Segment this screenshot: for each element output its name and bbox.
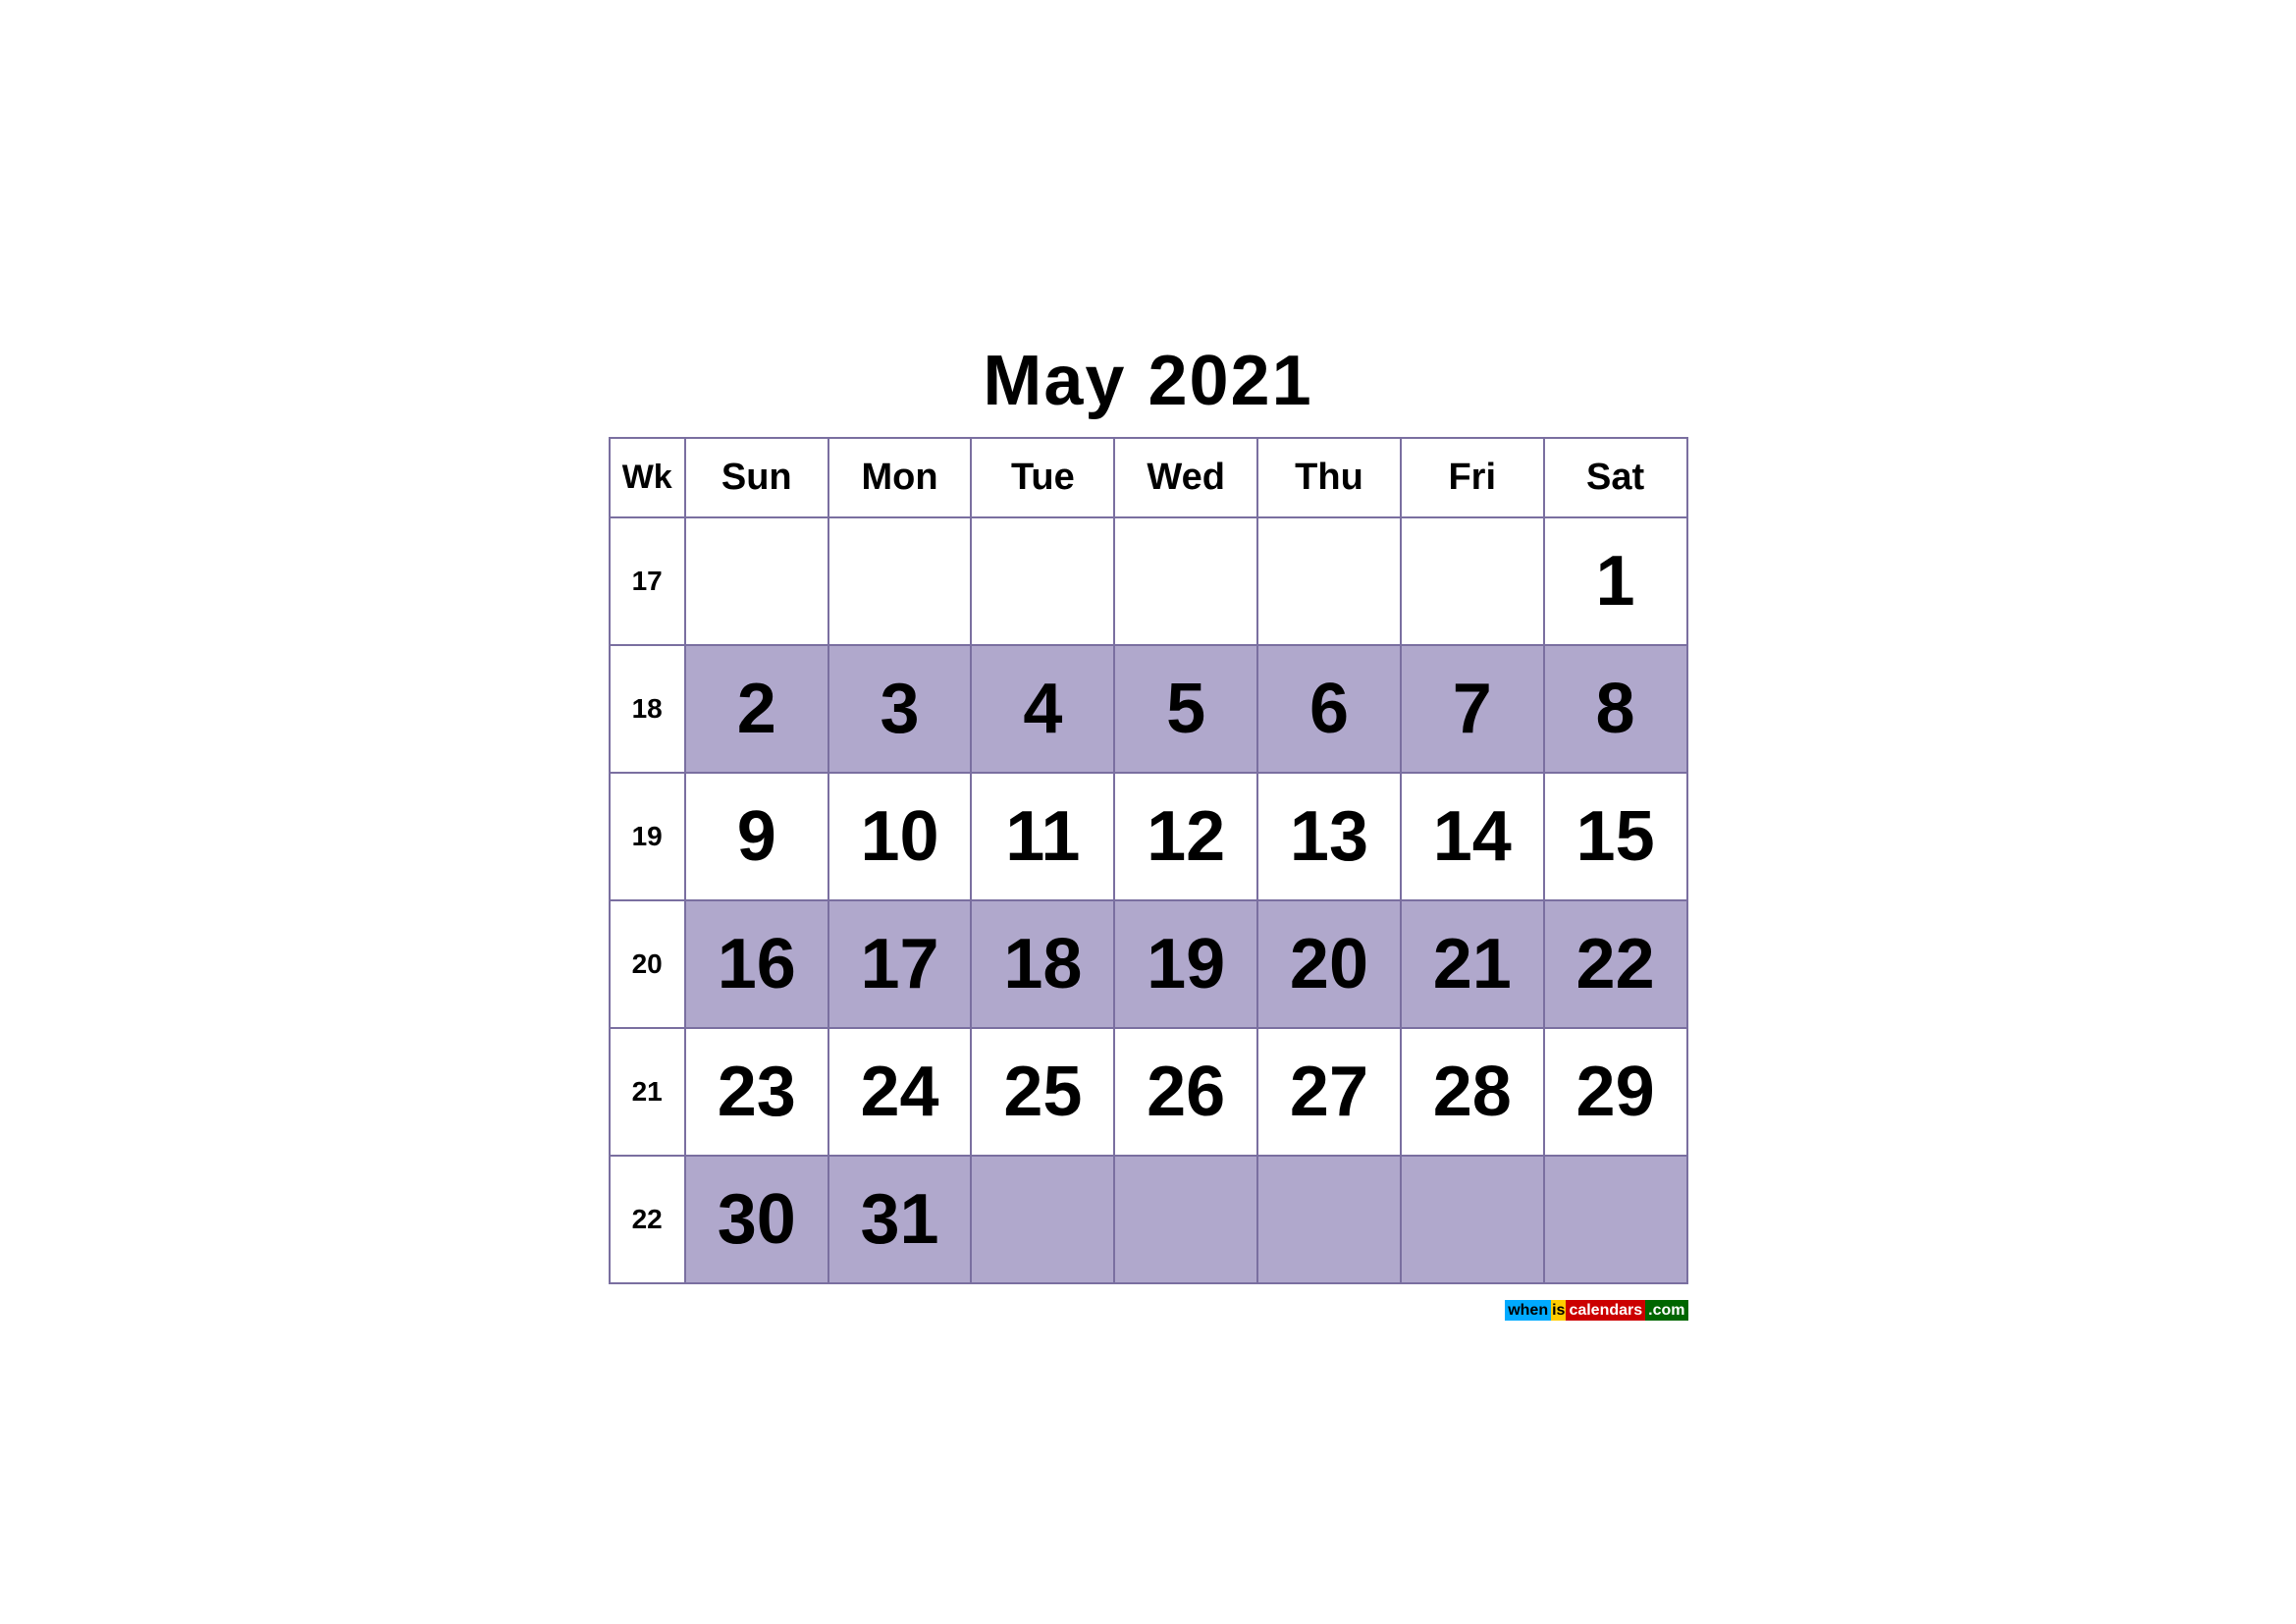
day-cell: 9 xyxy=(685,773,828,900)
header-mon: Mon xyxy=(828,438,972,517)
day-cell: 15 xyxy=(1544,773,1687,900)
day-cell xyxy=(1544,1156,1687,1283)
calendar-table: Wk Sun Mon Tue Wed Thu Fri Sat 171182345… xyxy=(609,437,1688,1284)
day-cell: 2 xyxy=(685,645,828,773)
week-number: 22 xyxy=(610,1156,685,1283)
header-row: Wk Sun Mon Tue Wed Thu Fri Sat xyxy=(610,438,1687,517)
header-sat: Sat xyxy=(1544,438,1687,517)
day-cell xyxy=(971,1156,1114,1283)
day-cell: 21 xyxy=(1401,900,1544,1028)
week-number: 21 xyxy=(610,1028,685,1156)
day-cell: 7 xyxy=(1401,645,1544,773)
day-cell: 3 xyxy=(828,645,972,773)
day-cell: 20 xyxy=(1257,900,1401,1028)
watermark-when: when xyxy=(1505,1300,1551,1321)
day-cell: 19 xyxy=(1114,900,1257,1028)
day-cell: 11 xyxy=(971,773,1114,900)
day-cell: 26 xyxy=(1114,1028,1257,1156)
day-cell: 16 xyxy=(685,900,828,1028)
watermark-dotcom: .com xyxy=(1645,1300,1687,1321)
day-cell xyxy=(1114,517,1257,645)
watermark: wheniscalendars.com xyxy=(1505,1302,1687,1320)
day-cell: 17 xyxy=(828,900,972,1028)
watermark-calendars: calendars xyxy=(1566,1300,1645,1321)
day-cell: 29 xyxy=(1544,1028,1687,1156)
day-cell: 18 xyxy=(971,900,1114,1028)
week-number: 20 xyxy=(610,900,685,1028)
header-thu: Thu xyxy=(1257,438,1401,517)
day-cell: 28 xyxy=(1401,1028,1544,1156)
calendar-row: 2123242526272829 xyxy=(610,1028,1687,1156)
day-cell xyxy=(1114,1156,1257,1283)
week-number: 17 xyxy=(610,517,685,645)
day-cell: 4 xyxy=(971,645,1114,773)
header-wed: Wed xyxy=(1114,438,1257,517)
day-cell: 6 xyxy=(1257,645,1401,773)
day-cell xyxy=(971,517,1114,645)
day-cell: 13 xyxy=(1257,773,1401,900)
day-cell xyxy=(828,517,972,645)
day-cell: 12 xyxy=(1114,773,1257,900)
day-cell xyxy=(1401,517,1544,645)
day-cell: 22 xyxy=(1544,900,1687,1028)
calendar-row: 223031 xyxy=(610,1156,1687,1283)
week-number: 18 xyxy=(610,645,685,773)
day-cell: 5 xyxy=(1114,645,1257,773)
day-cell: 31 xyxy=(828,1156,972,1283)
calendar-page: May 2021 Wk Sun Mon Tue Wed Thu Fri Sat … xyxy=(609,341,1688,1284)
day-cell: 1 xyxy=(1544,517,1687,645)
header-tue: Tue xyxy=(971,438,1114,517)
day-cell: 14 xyxy=(1401,773,1544,900)
day-cell: 25 xyxy=(971,1028,1114,1156)
day-cell: 8 xyxy=(1544,645,1687,773)
day-cell: 23 xyxy=(685,1028,828,1156)
calendar-title: May 2021 xyxy=(609,341,1688,421)
calendar-row: 2016171819202122 xyxy=(610,900,1687,1028)
header-wk: Wk xyxy=(610,438,685,517)
day-cell: 10 xyxy=(828,773,972,900)
week-number: 19 xyxy=(610,773,685,900)
day-cell: 24 xyxy=(828,1028,972,1156)
day-cell xyxy=(685,517,828,645)
header-fri: Fri xyxy=(1401,438,1544,517)
day-cell xyxy=(1257,517,1401,645)
calendar-row: 199101112131415 xyxy=(610,773,1687,900)
calendar-row: 182345678 xyxy=(610,645,1687,773)
day-cell: 30 xyxy=(685,1156,828,1283)
header-sun: Sun xyxy=(685,438,828,517)
day-cell xyxy=(1257,1156,1401,1283)
watermark-is: is xyxy=(1551,1300,1566,1321)
day-cell xyxy=(1401,1156,1544,1283)
calendar-row: 17 1 xyxy=(610,517,1687,645)
day-cell: 27 xyxy=(1257,1028,1401,1156)
